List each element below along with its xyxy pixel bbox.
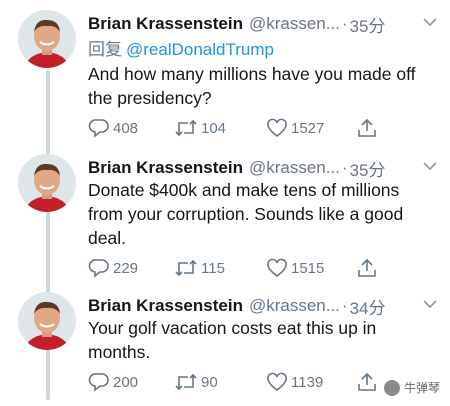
retweet-count: 104 <box>201 119 227 137</box>
share-button[interactable] <box>356 117 381 139</box>
retweet-count: 115 <box>201 259 225 277</box>
author-name[interactable]: Brian Krassenstein <box>88 14 243 34</box>
separator-dot: · <box>341 158 348 177</box>
reply-icon <box>88 258 113 278</box>
mention-link[interactable]: @realDonaldTrump <box>126 40 274 59</box>
tweet-time[interactable]: 34分 <box>350 294 386 319</box>
tweet-text: Your golf vacation costs eat this up in … <box>88 318 377 362</box>
retweet-icon <box>174 372 201 392</box>
like-count: 1527 <box>291 119 325 137</box>
like-button[interactable]: 1527 <box>266 118 324 138</box>
author-handle[interactable]: @krassen... <box>249 14 340 34</box>
retweet-button[interactable]: 115 <box>174 258 225 278</box>
avatar[interactable] <box>18 10 76 68</box>
watermark: 牛弹琴 <box>383 379 440 396</box>
separator-dot: · <box>341 14 348 33</box>
retweet-icon <box>174 118 201 138</box>
like-count: 1515 <box>291 259 325 277</box>
author-handle[interactable]: @krassen... <box>249 158 340 178</box>
retweet-icon <box>174 258 201 278</box>
watermark-text: 牛弹琴 <box>403 381 440 395</box>
avatar[interactable] <box>18 292 76 350</box>
retweet-button[interactable]: 90 <box>174 372 218 392</box>
share-icon <box>356 257 381 279</box>
reply-button[interactable]: 200 <box>88 372 138 392</box>
separator-dot: · <box>341 296 348 315</box>
reply-icon <box>88 372 113 392</box>
tweet-actions: 200 90 1139 <box>88 370 388 394</box>
reply-count: 229 <box>113 259 139 277</box>
heart-icon <box>266 372 291 392</box>
tweet-actions: 229 115 1515 <box>88 256 388 280</box>
chevron-down-icon[interactable] <box>422 14 438 35</box>
thread-line <box>46 70 50 400</box>
heart-icon <box>266 118 291 138</box>
like-button[interactable]: 1139 <box>266 372 323 392</box>
author-name[interactable]: Brian Krassenstein <box>88 158 243 178</box>
retweet-count: 90 <box>201 373 218 391</box>
heart-icon <box>266 258 291 278</box>
tweet-text: Donate $400k and make tens of millions f… <box>88 180 404 248</box>
chevron-down-icon[interactable] <box>422 158 438 179</box>
tweet-actions: 408 104 1527 <box>88 116 388 140</box>
reply-icon <box>88 118 113 138</box>
watermark-logo-icon <box>383 379 400 396</box>
avatar[interactable] <box>18 154 76 212</box>
tweet-time[interactable]: 35分 <box>350 156 386 181</box>
reply-count: 408 <box>113 119 139 137</box>
author-name[interactable]: Brian Krassenstein <box>88 296 243 316</box>
tweet-time[interactable]: 35分 <box>350 12 386 37</box>
chevron-down-icon[interactable] <box>422 296 438 317</box>
share-button[interactable] <box>356 371 381 393</box>
reply-button[interactable]: 408 <box>88 118 138 138</box>
share-icon <box>356 117 381 139</box>
author-handle[interactable]: @krassen... <box>249 296 340 316</box>
reply-button[interactable]: 229 <box>88 258 138 278</box>
tweet-text: And how many millions have you made off … <box>88 64 416 108</box>
reply-count: 200 <box>113 373 139 391</box>
reply-prefix: 回复 <box>88 40 122 59</box>
share-icon <box>356 371 381 393</box>
share-button[interactable] <box>356 257 381 279</box>
tweet-header: Brian Krassenstein @krassen... · 35分 <box>88 10 440 38</box>
like-button[interactable]: 1515 <box>266 258 324 278</box>
like-count: 1139 <box>291 373 324 391</box>
reply-context: 回复 @realDonaldTrump <box>88 35 274 60</box>
retweet-button[interactable]: 104 <box>174 118 226 138</box>
